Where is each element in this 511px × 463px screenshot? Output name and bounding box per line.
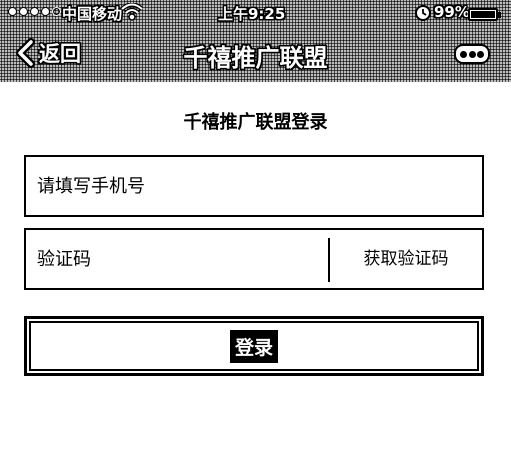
wifi-icon [120, 2, 144, 25]
app-header: 中国移动 上午9:25 99% 返回 千禧推广联盟 [0, 0, 511, 82]
login-button-label: 登录 [229, 329, 278, 363]
status-bar: 中国移动 上午9:25 99% [0, 2, 511, 26]
nav-title: 千禧推广联盟 [183, 44, 328, 72]
battery-icon [468, 8, 501, 21]
carrier-name: 中国移动 [62, 5, 123, 23]
more-icon [460, 50, 468, 58]
battery-level-fill [471, 11, 495, 18]
verification-code-input[interactable] [26, 230, 326, 288]
phone-number-input[interactable] [26, 157, 482, 215]
alarm-icon [414, 3, 432, 25]
page-title: 千禧推广联盟登录 [183, 112, 328, 133]
nav-bar: 返回 千禧推广联盟 [0, 30, 511, 78]
get-code-button[interactable]: 获取验证码 [330, 230, 482, 288]
login-button[interactable]: 登录 [24, 316, 484, 376]
battery-percent: 99% [434, 3, 470, 21]
status-time: 上午9:25 [218, 5, 286, 23]
verification-code-row: 获取验证码 [24, 228, 484, 290]
more-button[interactable] [454, 44, 490, 64]
phone-number-field[interactable] [24, 155, 484, 217]
signal-strength-icon [8, 7, 61, 16]
phone-screen: 中国移动 上午9:25 99% 返回 千禧推广联盟 千禧推广联盟登录 请填写手机… [0, 0, 511, 463]
